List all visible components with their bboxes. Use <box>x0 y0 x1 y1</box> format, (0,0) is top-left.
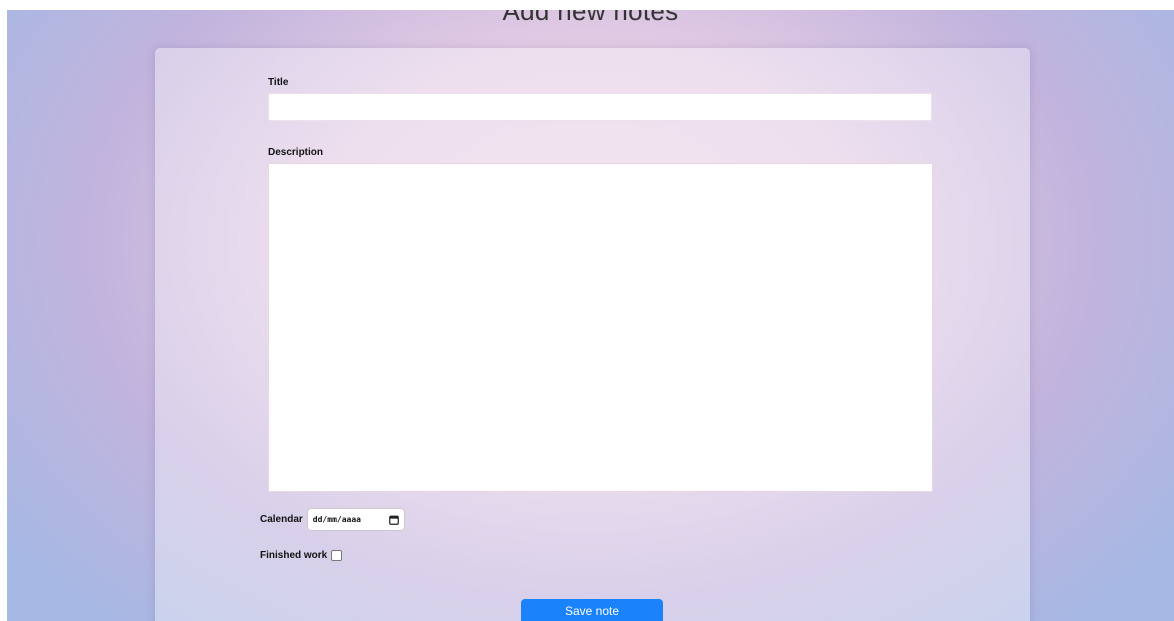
finished-work-label: Finished work <box>260 549 328 561</box>
app-viewport: Add new notes Title Description Calendar… <box>7 10 1174 621</box>
calendar-date-input[interactable]: dd/mm/aaaa <box>306 508 405 531</box>
save-note-button[interactable]: Save note <box>521 599 663 621</box>
finished-row: Finished work <box>260 548 343 562</box>
finished-work-checkbox[interactable] <box>331 549 343 561</box>
calendar-label: Calendar <box>260 514 303 525</box>
title-input[interactable] <box>268 93 932 121</box>
calendar-date-placeholder: dd/mm/aaaa <box>312 515 361 524</box>
note-form-card: Title Description Calendar dd/mm/aaaa Fi… <box>155 48 1030 621</box>
calendar-row: Calendar dd/mm/aaaa <box>260 508 405 531</box>
description-textarea[interactable] <box>268 163 933 492</box>
calendar-icon[interactable] <box>388 515 399 525</box>
title-label: Title <box>268 77 289 88</box>
page-title: Add new notes <box>502 10 679 26</box>
description-label: Description <box>268 147 324 158</box>
